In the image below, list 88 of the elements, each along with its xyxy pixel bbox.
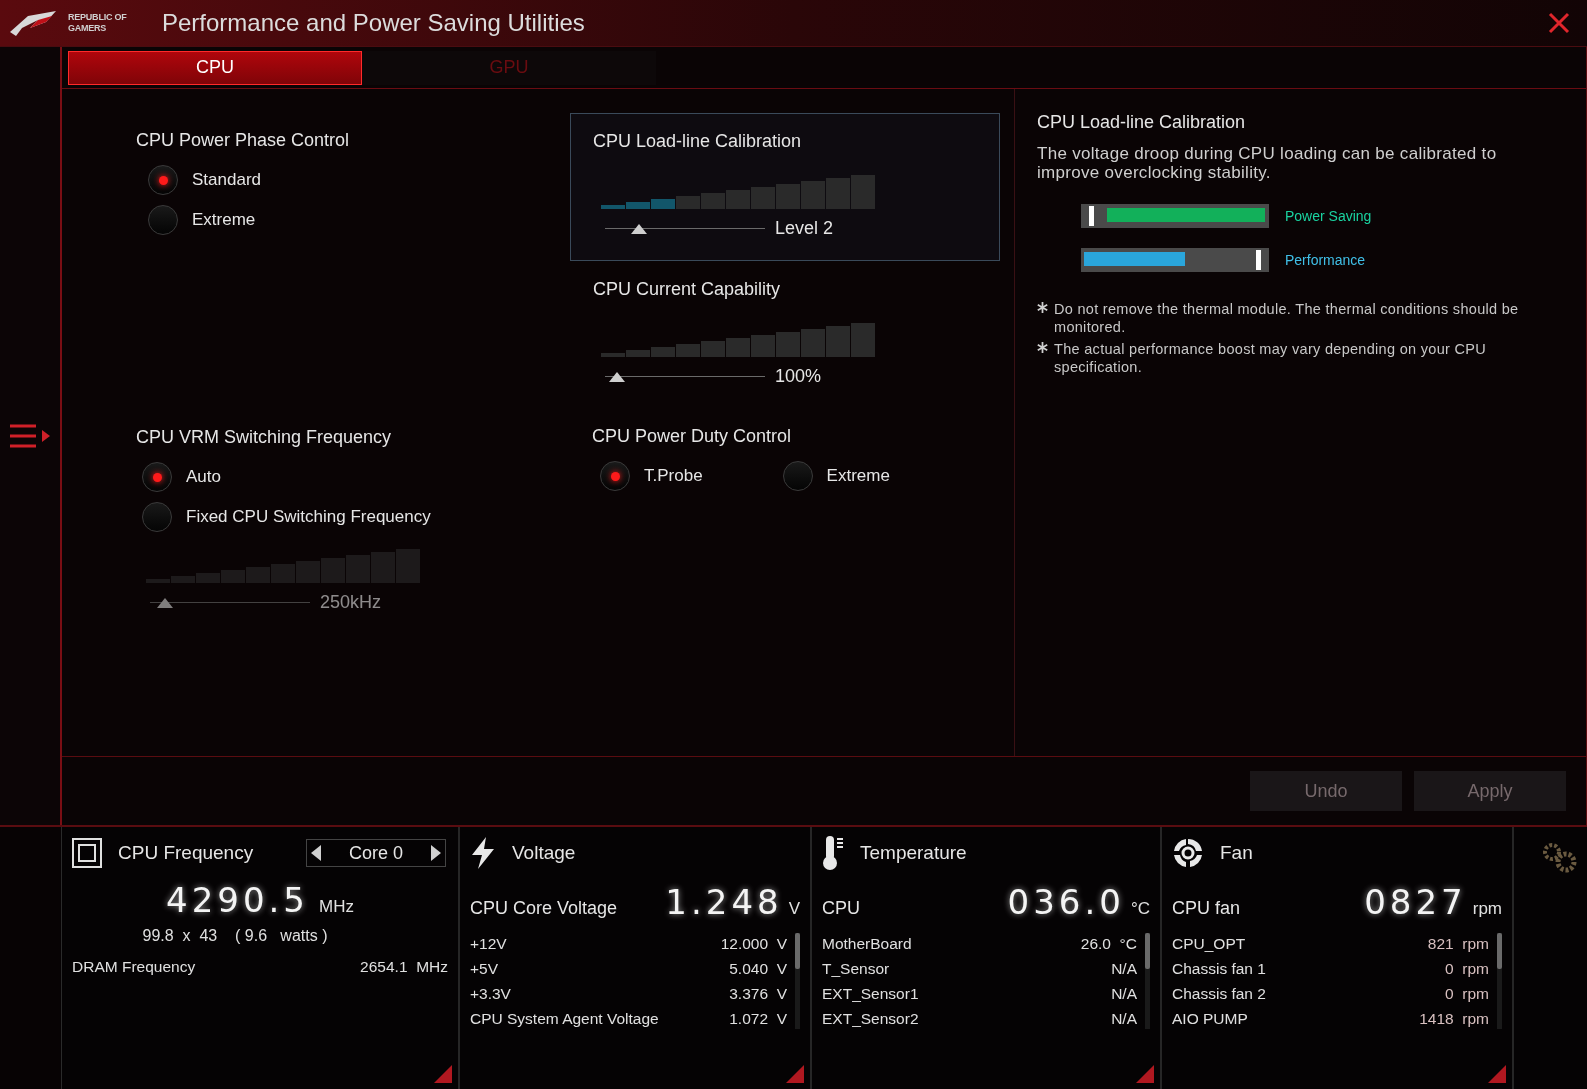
panel-title: Temperature <box>860 840 967 865</box>
legend-bar-icon <box>1081 204 1269 228</box>
section-title: CPU Power Duty Control <box>592 425 793 448</box>
core-selector[interactable]: Core 0 <box>306 839 446 867</box>
unit-label: rpm <box>1472 898 1502 920</box>
row-label: +12V <box>470 933 507 954</box>
unit-label: V <box>788 898 800 920</box>
scrollbar-thumb[interactable] <box>1145 933 1150 969</box>
section-title: CPU Load-line Calibration <box>593 130 803 153</box>
panel-title: Voltage <box>512 840 576 865</box>
radio-option[interactable]: Standard <box>148 160 518 200</box>
scrollbar-thumb[interactable] <box>795 933 800 969</box>
frequency-icon <box>72 838 102 868</box>
row-label: MotherBoard <box>822 933 912 954</box>
legend-bar-icon <box>1081 248 1269 272</box>
section-title: CPU Current Capability <box>593 278 782 301</box>
row-value: N/A <box>1111 983 1137 1004</box>
slider-reading: 250kHz <box>320 591 382 614</box>
row-label: Chassis fan 1 <box>1172 958 1266 979</box>
corner-triangle-icon[interactable] <box>434 1065 452 1083</box>
row-label: +3.3V <box>470 983 511 1004</box>
row-value: 821 rpm <box>1427 933 1489 954</box>
row-label: +5V <box>470 958 498 979</box>
row-label: AIO PUMP <box>1172 1008 1248 1029</box>
reading-label: CPU fan <box>1172 897 1241 920</box>
row-value: 2654.1 MHz <box>360 956 448 977</box>
legend-label: Power Saving <box>1285 206 1372 226</box>
row-label: T_Sensor <box>822 958 890 979</box>
digital-reading: 036.0 <box>1007 881 1125 924</box>
row-value: 0 rpm <box>1445 983 1489 1004</box>
info-description: The voltage droop during CPU loading can be calibrated to improve overclocking stability. <box>1037 144 1498 182</box>
logo-text: GAMERS <box>68 23 108 34</box>
slider-reading: 100% <box>775 365 822 388</box>
unit-label: °C <box>1130 898 1150 920</box>
row-value: 5.040 V <box>729 958 787 979</box>
row-value: 3.376 V <box>729 983 787 1004</box>
corner-triangle-icon[interactable] <box>1136 1065 1154 1083</box>
row-label: Chassis fan 2 <box>1172 983 1266 1004</box>
row-value: N/A <box>1111 1008 1137 1029</box>
note-text: Do not remove the thermal module. The thermal conditions should be monitored. <box>1054 300 1520 336</box>
panel-title: Fan <box>1220 840 1253 865</box>
gear-icon[interactable] <box>1541 841 1579 875</box>
close-icon <box>1547 11 1571 35</box>
row-label: CPU System Agent Voltage <box>470 1008 659 1029</box>
row-value: 12.000 V <box>720 933 787 954</box>
row-label: DRAM Frequency <box>72 956 196 977</box>
fan-icon <box>1172 837 1204 869</box>
section-title: CPU VRM Switching Frequency <box>136 426 393 449</box>
radio-option[interactable]: Extreme <box>782 456 890 496</box>
slider-thumb[interactable] <box>609 371 626 382</box>
reading-label: CPU <box>822 897 860 920</box>
scrollbar-thumb[interactable] <box>1497 933 1502 969</box>
panel-title: CPU Frequency <box>118 840 254 865</box>
radio-option[interactable]: Auto <box>142 457 518 497</box>
corner-triangle-icon[interactable] <box>786 1065 804 1083</box>
slider-reading: Level 2 <box>775 217 834 240</box>
frequency-detail: 99.8 x 43 ( 9.6 watts ) <box>141 926 329 946</box>
row-value: 26.0 °C <box>1080 933 1137 954</box>
section-title: CPU Power Phase Control <box>136 129 351 152</box>
digital-reading: 1.248 <box>665 881 783 924</box>
legend-label: Performance <box>1285 250 1366 270</box>
previous-arrow-icon[interactable] <box>311 845 323 861</box>
info-title: CPU Load-line Calibration <box>1037 111 1247 134</box>
row-value: 0 rpm <box>1445 958 1489 979</box>
window-title: Performance and Power Saving Utilities <box>162 8 585 38</box>
row-label: EXT_Sensor1 <box>822 983 919 1004</box>
asterisk-icon <box>1037 342 1048 353</box>
row-label: EXT_Sensor2 <box>822 1008 919 1029</box>
note-text: The actual performance boost may vary depending on your CPU specification. <box>1054 340 1487 376</box>
digital-reading: 4290.5 <box>166 879 309 922</box>
radio-option[interactable]: Extreme <box>148 200 518 240</box>
row-value: N/A <box>1111 958 1137 979</box>
tab[interactable]: CPU <box>68 50 362 85</box>
reading-label: CPU Core Voltage <box>470 897 618 920</box>
asterisk-icon <box>1037 302 1048 313</box>
temperature-icon <box>822 835 844 871</box>
row-label: CPU_OPT <box>1172 933 1246 954</box>
next-arrow-icon[interactable] <box>429 845 441 861</box>
radio-option[interactable]: Fixed CPU Switching Frequency <box>142 497 518 537</box>
unit-label: MHz <box>319 896 354 918</box>
slider-thumb[interactable] <box>630 223 647 234</box>
row-value: 1.072 V <box>729 1008 787 1029</box>
row-value: 1418 rpm <box>1419 1008 1489 1029</box>
logo-text: REPUBLIC OF <box>68 12 128 23</box>
digital-reading: 0827 <box>1364 881 1467 924</box>
corner-triangle-icon[interactable] <box>1488 1065 1506 1083</box>
radio-option[interactable]: T.Probe <box>600 456 703 496</box>
voltage-icon <box>470 837 496 869</box>
